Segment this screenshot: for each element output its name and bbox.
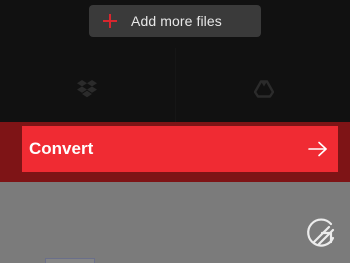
dropbox-icon[interactable] [77,80,97,98]
google-drive-icon[interactable] [254,80,274,98]
plus-icon [103,14,117,28]
footer-area [0,182,350,263]
partial-element [45,258,95,263]
convert-band: Convert [0,122,350,182]
upload-area: Add more files [0,0,350,122]
app-logo-icon [307,218,335,247]
source-divider [175,48,176,122]
add-more-files-label: Add more files [131,13,222,29]
convert-label: Convert [29,139,94,158]
add-more-files-button[interactable]: Add more files [89,5,261,37]
converter-screen: Add more files Convert [0,0,350,263]
arrow-right-icon [308,141,327,157]
convert-button[interactable]: Convert [22,126,338,172]
